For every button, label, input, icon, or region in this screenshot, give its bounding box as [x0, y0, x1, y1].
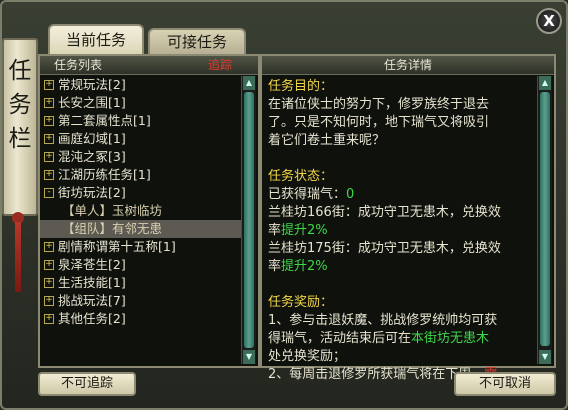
scroll-down-icon[interactable]: ▼ — [539, 350, 551, 364]
list-item[interactable]: + 画庭幻域[1] — [40, 130, 242, 148]
expand-icon[interactable]: + — [44, 134, 54, 144]
status-line: 兰桂坊166街：成功守卫无患木，兑换效 — [268, 205, 501, 220]
expand-icon[interactable]: + — [44, 170, 54, 180]
status-obtained-value: 0 — [346, 187, 355, 202]
list-item[interactable]: + 泉泽苍生[2] — [40, 256, 242, 274]
list-item[interactable]: 【单人】玉树临坊 — [40, 202, 242, 220]
list-item[interactable]: + 混沌之冢[3] — [40, 148, 242, 166]
goal-line: 了。只是不知何时，地下瑞气又将吸引 — [268, 115, 490, 130]
list-item[interactable]: + 剧情称谓第十五称[1] — [40, 238, 242, 256]
reward-line: 1、参与击退妖魔、挑战修罗统帅均可获 — [268, 313, 498, 328]
list-item[interactable]: - 街坊玩法[2] — [40, 184, 242, 202]
expand-icon[interactable]: + — [44, 152, 54, 162]
task-details-text: 任务目的： 在诸位侠士的努力下，修罗族终于退去 了。只是不知何时，地下瑞气又将吸… — [268, 78, 538, 384]
scroll-thumb[interactable] — [244, 92, 254, 348]
list-item[interactable]: + 常规玩法[2] — [40, 76, 242, 94]
expand-icon[interactable]: + — [44, 242, 54, 252]
quest-window: 任务栏 X 可接任务 当前任务 任务列表 追踪 + 常规玩法[2] + 长安之围[1… — [0, 0, 568, 410]
cancel-quest-button[interactable]: 不可取消 — [454, 372, 556, 396]
scroll-down-icon[interactable]: ▼ — [243, 350, 255, 364]
task-list-title: 任务列表 — [54, 58, 103, 72]
scroll-up-icon[interactable]: ▲ — [243, 76, 255, 90]
task-list-scrollbar[interactable]: ▲ ▼ — [241, 76, 256, 364]
status-line: 率提升2% — [268, 223, 328, 238]
task-details-scrollbar[interactable]: ▲ ▼ — [537, 76, 552, 364]
expand-icon[interactable]: + — [44, 260, 54, 270]
expand-icon[interactable]: + — [44, 116, 54, 126]
task-details-header: 任务详情 — [262, 56, 554, 75]
scroll-thumb[interactable] — [540, 92, 550, 346]
expand-icon[interactable]: + — [44, 314, 54, 324]
list-item[interactable]: + 其他任务[2] — [40, 310, 242, 328]
list-item[interactable]: + 生活技能[1] — [40, 274, 242, 292]
goal-line: 着它们卷土重来呢？ — [268, 133, 386, 148]
scroll-up-icon[interactable]: ▲ — [539, 76, 551, 90]
task-list-panel: 任务列表 追踪 + 常规玩法[2] + 长安之围[1] + 第二套属性点[1] + 画庭… — [38, 54, 260, 368]
reward-heading: 任务奖励： — [268, 295, 334, 310]
task-list-header: 任务列表 追踪 — [40, 56, 258, 75]
expand-icon[interactable]: + — [44, 296, 54, 306]
goal-heading: 任务目的： — [268, 79, 334, 94]
status-line: 兰桂坊175街：成功守卫无患木，兑换效 — [268, 241, 501, 256]
untrack-button[interactable]: 不可追踪 — [38, 372, 136, 396]
tab-available-quests[interactable]: 可接任务 — [148, 28, 246, 54]
banner-title: 任务栏 — [8, 58, 32, 152]
tassel-icon — [15, 222, 21, 292]
reward-line: 处兑换奖励； — [268, 349, 347, 364]
list-item[interactable]: + 第二套属性点[1] — [40, 112, 242, 130]
list-item-selected[interactable]: 【组队】有邻无患 — [40, 220, 242, 238]
task-list: + 常规玩法[2] + 长安之围[1] + 第二套属性点[1] + 画庭幻域[1] + 混… — [40, 76, 242, 328]
expand-icon[interactable]: + — [44, 80, 54, 90]
status-heading: 任务状态： — [268, 169, 334, 184]
list-item[interactable]: + 江湖历练任务[1] — [40, 166, 242, 184]
window-banner: 任务栏 — [2, 38, 38, 216]
reward-line: 得瑞气，活动结束后可在本街坊无患木 — [268, 331, 490, 346]
goal-line: 在诸位侠士的努力下，修罗族终于退去 — [268, 97, 490, 112]
list-item[interactable]: + 长安之围[1] — [40, 94, 242, 112]
status-obtained: 已获得瑞气：0 — [268, 187, 355, 202]
task-details-title: 任务详情 — [383, 58, 432, 72]
status-line: 率提升2% — [268, 259, 328, 274]
collapse-icon[interactable]: - — [44, 188, 54, 198]
expand-icon[interactable]: + — [44, 98, 54, 108]
expand-icon[interactable]: + — [44, 278, 54, 288]
track-column-label: 追踪 — [207, 58, 232, 72]
close-button[interactable]: X — [536, 8, 562, 34]
list-item[interactable]: + 挑战玩法[7] — [40, 292, 242, 310]
tab-current-quests[interactable]: 当前任务 — [48, 24, 144, 54]
task-details-panel: 任务详情 任务目的： 在诸位侠士的努力下，修罗族终于退去 了。只是不知何时，地下… — [260, 54, 556, 382]
